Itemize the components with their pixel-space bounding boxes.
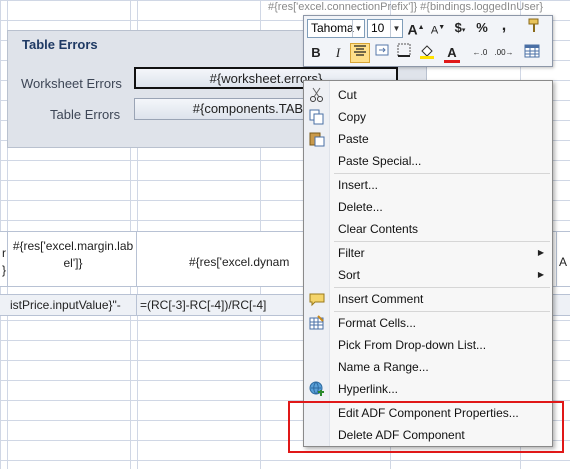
grow-font-button[interactable]: A▲: [406, 18, 426, 38]
chevron-down-icon[interactable]: ▼: [390, 20, 402, 37]
menu-item-label: Clear Contents: [338, 222, 419, 236]
menu-item-copy[interactable]: Copy: [304, 106, 552, 128]
menu-item-sort[interactable]: Sort ▶: [304, 264, 552, 286]
shrink-font-button[interactable]: A▼: [428, 18, 448, 38]
margin-label-text: #{res['excel.margin.label']}: [12, 239, 134, 270]
menu-item-label: Cut: [338, 88, 357, 102]
header-cell[interactable]: A: [557, 232, 570, 286]
grow-font-icon: A: [407, 21, 418, 38]
menu-item-insert[interactable]: Insert...: [304, 174, 552, 196]
connection-binding-text: #{res['excel.connectionPrefix']} #{bindi…: [268, 1, 544, 13]
price-cell-text: istPrice.inputValue}"-: [10, 298, 121, 312]
panel-title: Table Errors: [22, 37, 98, 52]
format-cells-icon: [309, 315, 324, 330]
table-icon: [524, 44, 540, 58]
currency-button[interactable]: $▾: [450, 18, 470, 38]
menu-item-label: Format Cells...: [338, 316, 417, 330]
menu-item-label: Pick From Drop-down List...: [338, 338, 487, 352]
header-cell-text: A: [559, 255, 568, 269]
menu-item-cut[interactable]: Cut: [304, 84, 552, 106]
merge-cells-button[interactable]: [372, 43, 392, 63]
comment-icon: [309, 293, 325, 307]
menu-item-label: Filter: [338, 246, 365, 260]
font-color-button[interactable]: A: [442, 43, 462, 63]
submenu-arrow-icon: ▶: [537, 270, 544, 279]
font-color-icon: A: [447, 45, 457, 60]
font-size-value: 10: [371, 21, 385, 35]
decrease-decimal-icon[interactable]: .00→: [494, 43, 514, 63]
menu-item-label: Name a Range...: [338, 360, 429, 374]
menu-item-name-range[interactable]: Name a Range...: [304, 356, 552, 378]
menu-item-paste-special[interactable]: Paste Special...: [304, 150, 552, 172]
highlight-annotation-box: [288, 401, 564, 453]
menu-item-label: Hyperlink...: [338, 382, 399, 396]
menu-item-label: Insert...: [338, 178, 379, 192]
paste-icon: [309, 132, 325, 147]
italic-button[interactable]: I: [328, 43, 348, 63]
menu-item-pick-from-list[interactable]: Pick From Drop-down List...: [304, 334, 552, 356]
fill-color-button[interactable]: [417, 43, 437, 63]
borders-button[interactable]: [394, 43, 414, 63]
submenu-arrow-icon: ▶: [537, 248, 544, 257]
menu-item-delete[interactable]: Delete...: [304, 196, 552, 218]
scissors-icon: [310, 87, 323, 102]
menu-item-clear-contents[interactable]: Clear Contents: [304, 218, 552, 240]
price-cell[interactable]: istPrice.inputValue}"-: [0, 295, 137, 315]
header-cell-text: r: [2, 246, 6, 260]
menu-item-label: Paste: [338, 132, 369, 146]
menu-item-label: Copy: [338, 110, 367, 124]
font-size-select[interactable]: 10 ▼: [367, 19, 403, 38]
menu-item-filter[interactable]: Filter ▶: [304, 242, 552, 264]
currency-icon: $: [454, 20, 462, 35]
menu-item-insert-comment[interactable]: Insert Comment: [304, 288, 552, 310]
fill-color-icon: [420, 45, 434, 59]
menu-item-label: Delete...: [338, 200, 383, 214]
copy-icon: [309, 109, 324, 125]
hyperlink-icon: [309, 381, 324, 396]
merge-cells-icon: [375, 44, 389, 56]
menu-item-label: Paste Special...: [338, 154, 422, 168]
format-table-button[interactable]: [522, 43, 542, 63]
percent-button[interactable]: %: [472, 18, 492, 38]
menu-item-paste[interactable]: Paste: [304, 128, 552, 150]
borders-icon: [397, 43, 411, 57]
dynamic-label-text: #{res['excel.dynam: [189, 255, 290, 269]
formula-cell-text: =(RC[-3]-RC[-4])/RC[-4]: [140, 298, 267, 312]
align-center-button[interactable]: [350, 43, 370, 63]
context-menu: Cut Copy Paste Paste Special... Insert..…: [303, 80, 553, 447]
font-family-value: Tahoma: [311, 21, 354, 35]
menu-item-format-cells[interactable]: Format Cells...: [304, 312, 552, 334]
comma-button[interactable]: ,: [494, 16, 514, 36]
margin-label-cell[interactable]: #{res['excel.margin.label']}: [8, 232, 137, 286]
menu-item-hyperlink[interactable]: Hyperlink...: [304, 378, 552, 400]
align-center-icon: [354, 45, 366, 56]
bold-button[interactable]: B: [306, 43, 326, 63]
menu-item-label: Insert Comment: [338, 292, 424, 306]
header-cell-text: }: [1, 263, 6, 277]
mini-toolbar: Tahoma ▼ 10 ▼ A▲ A▼ $▾ % , B I A ←.0 .00…: [303, 15, 553, 67]
table-errors-label: Table Errors: [50, 107, 121, 122]
increase-decimal-icon[interactable]: ←.0: [470, 43, 490, 63]
font-family-select[interactable]: Tahoma ▼: [307, 19, 365, 38]
chevron-down-icon[interactable]: ▼: [352, 20, 364, 37]
header-cell[interactable]: r }: [0, 232, 8, 286]
menu-item-label: Sort: [338, 268, 361, 282]
worksheet-errors-label: Worksheet Errors: [21, 76, 122, 91]
format-painter-icon[interactable]: [524, 18, 544, 38]
